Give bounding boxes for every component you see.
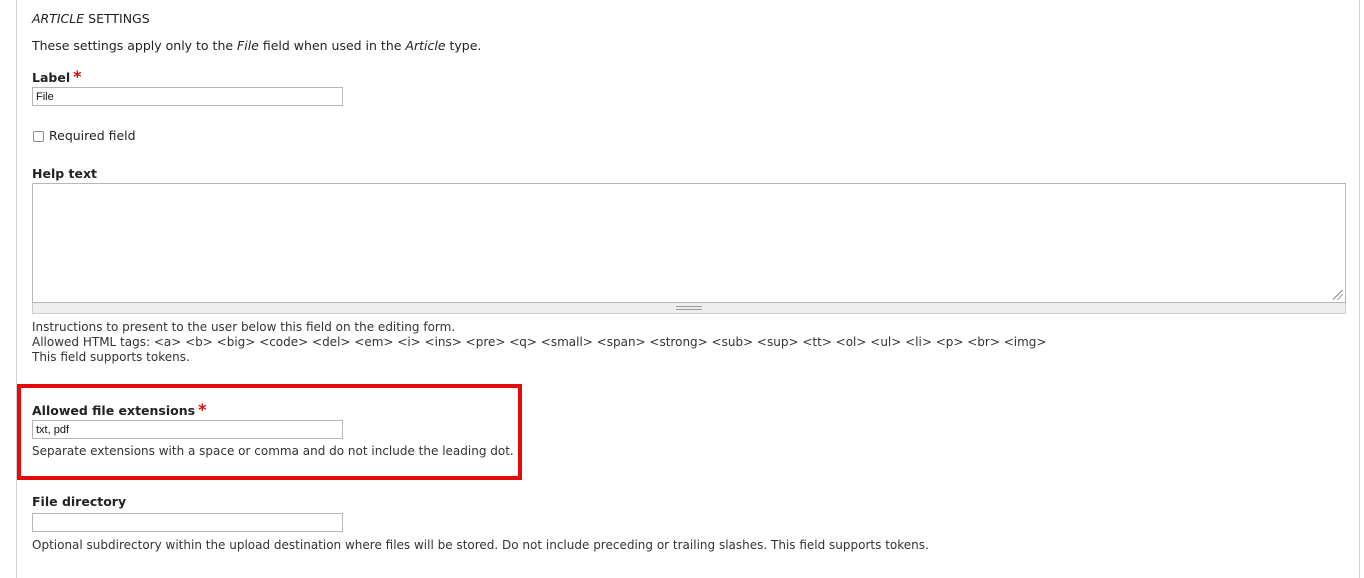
required-field-label[interactable]: Required field: [49, 128, 136, 143]
intro-part3: type.: [445, 38, 482, 53]
help-text-description-line1: Instructions to present to the user belo…: [32, 320, 456, 334]
allowed-extensions-label: Allowed file extensions *: [32, 400, 206, 419]
label-input[interactable]: File: [32, 87, 343, 106]
help-text-description: Instructions to present to the user belo…: [32, 320, 1046, 365]
allowed-extensions-label-text: Allowed file extensions: [32, 403, 196, 418]
file-directory-input[interactable]: [32, 513, 343, 532]
intro-part1: These settings apply only to the: [32, 38, 238, 53]
file-directory-label: File directory: [32, 494, 127, 509]
file-directory-description: Optional subdirectory within the upload …: [32, 538, 929, 552]
intro-part2: field when used in the: [258, 38, 406, 53]
allowed-extensions-description: Separate extensions with a space or comm…: [32, 444, 514, 458]
grip-lines-icon: [676, 306, 702, 310]
label-field-label-text: Label: [32, 70, 71, 85]
intro-type-name: Article: [405, 38, 446, 53]
help-text-description-line2: Allowed HTML tags: <a> <b> <big> <code> …: [32, 335, 1047, 349]
allowed-extensions-input[interactable]: txt, pdf: [32, 420, 343, 439]
intro-field-name: File: [237, 38, 259, 53]
fieldset-legend: ARTICLE SETTINGS: [32, 11, 150, 26]
fieldset-intro: These settings apply only to the File fi…: [32, 38, 481, 53]
textarea-grippie[interactable]: [32, 303, 1346, 314]
legend-settings-text: SETTINGS: [88, 11, 150, 26]
resize-handle-icon[interactable]: [1333, 290, 1343, 300]
label-field-label: Label *: [32, 67, 82, 86]
required-asterisk: *: [198, 400, 207, 419]
help-text-label: Help text: [32, 166, 98, 181]
legend-type-name: ARTICLE: [32, 11, 85, 26]
help-text-textarea[interactable]: [32, 183, 1346, 303]
required-field-checkbox[interactable]: [33, 131, 44, 142]
help-text-description-line3: This field supports tokens.: [32, 350, 190, 364]
required-asterisk: *: [73, 67, 82, 86]
